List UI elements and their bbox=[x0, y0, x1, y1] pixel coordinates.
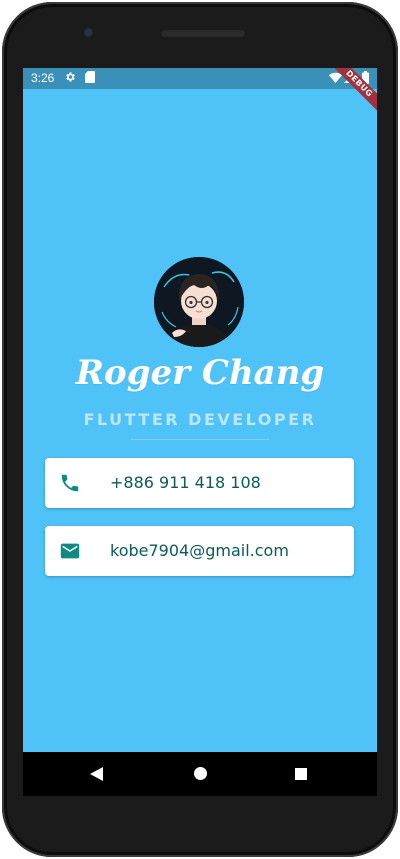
divider bbox=[131, 439, 269, 440]
app-screen: 3:26 DEBUG Roger Chang FLUTTER DEVELOPER… bbox=[23, 68, 377, 752]
gear-icon bbox=[66, 72, 75, 82]
earpiece-speaker bbox=[160, 29, 246, 38]
system-navigation-bar bbox=[23, 752, 377, 796]
phone-number: +886 911 418 108 bbox=[110, 473, 261, 492]
avatar bbox=[154, 257, 244, 347]
email-address: kobe7904@gmail.com bbox=[110, 541, 289, 560]
status-time: 3:26 bbox=[31, 71, 55, 85]
phone-icon bbox=[61, 474, 79, 492]
phone-card[interactable]: +886 911 418 108 bbox=[45, 458, 354, 508]
profile-name: Roger Chang bbox=[75, 353, 325, 393]
avatar-illustration bbox=[154, 257, 244, 347]
email-card[interactable]: kobe7904@gmail.com bbox=[45, 526, 354, 576]
home-icon[interactable] bbox=[194, 767, 207, 780]
recents-icon[interactable] bbox=[295, 768, 307, 780]
sd-card-icon bbox=[85, 71, 95, 83]
profile-role: FLUTTER DEVELOPER bbox=[83, 410, 317, 429]
status-bar: 3:26 bbox=[23, 68, 377, 89]
email-icon bbox=[60, 543, 80, 559]
back-icon[interactable] bbox=[90, 767, 103, 781]
front-camera bbox=[83, 27, 94, 38]
